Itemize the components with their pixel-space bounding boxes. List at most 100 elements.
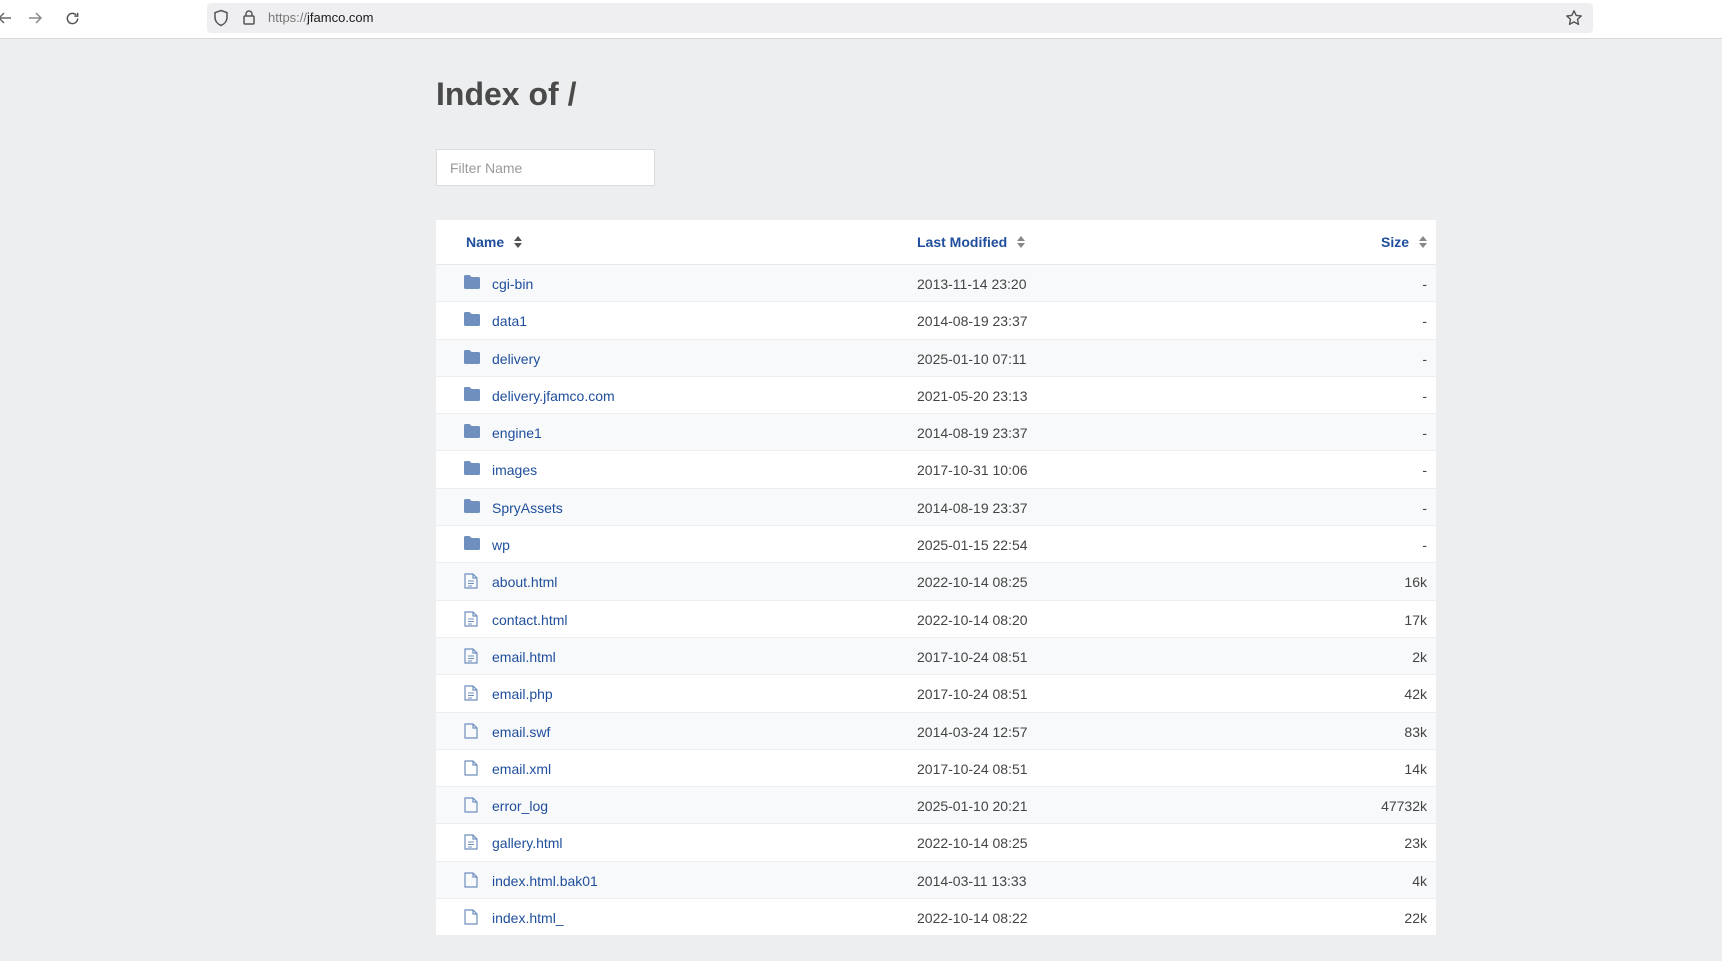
entry-size: 16k [1404, 574, 1427, 591]
table-row: cgi-bin 2013-11-14 23:20 - [436, 265, 1436, 303]
entry-size: 4k [1412, 872, 1427, 889]
table-row: delivery.jfamco.com 2021-05-20 23:13 - [436, 377, 1436, 415]
folder-icon [464, 349, 480, 366]
text-file-icon [464, 611, 480, 627]
entry-size: - [1422, 276, 1427, 292]
file-listing-table: Name Last Modified Size cgi-bin 2013-11-1… [436, 220, 1436, 937]
page-title: Index of / [436, 76, 577, 112]
entry-size: - [1422, 350, 1427, 367]
entry-size: - [1422, 499, 1427, 516]
entry-name-link[interactable]: gallery.html [492, 835, 563, 851]
file-icon [464, 797, 480, 813]
text-file-icon [464, 834, 480, 851]
table-row: email.swf 2014-03-24 12:57 83k [436, 712, 1436, 750]
entry-name-link[interactable]: images [492, 462, 537, 478]
file-icon [464, 722, 480, 739]
entry-size: - [1422, 387, 1427, 404]
url-text[interactable]: https://jfamco.com [268, 10, 374, 25]
table-row: gallery.html 2022-10-14 08:25 23k [436, 824, 1436, 862]
file-icon [464, 909, 480, 925]
table-row: email.php 2017-10-24 08:51 42k [436, 675, 1436, 713]
sort-icon [514, 236, 523, 248]
entry-size: 14k [1404, 760, 1427, 777]
entry-name-link[interactable]: email.xml [492, 761, 551, 777]
url-host: jfamco.com [307, 10, 374, 25]
entry-name-link[interactable]: about.html [492, 574, 557, 590]
entry-name-link[interactable]: index.html_ [492, 910, 564, 926]
table-row: error_log 2025-01-10 20:21 47732k [436, 787, 1436, 825]
text-file-icon [464, 685, 480, 701]
table-row: index.html_ 2022-10-14 08:22 22k [436, 899, 1436, 937]
entry-modified-date: 2025-01-10 07:11 [917, 350, 1027, 367]
entry-name-link[interactable]: contact.html [492, 612, 567, 628]
entry-size: - [1422, 537, 1427, 554]
entry-modified-date: 2021-05-20 23:13 [917, 387, 1028, 404]
forward-arrow-icon[interactable] [24, 7, 46, 29]
entry-size: - [1422, 462, 1427, 479]
table-header: Name Last Modified Size [436, 220, 1436, 265]
entry-name-link[interactable]: delivery [492, 351, 540, 367]
sort-by-name-header[interactable]: Name [466, 234, 523, 250]
folder-icon [464, 461, 480, 477]
entry-modified-date: 2014-08-19 23:37 [917, 313, 1028, 330]
text-file-icon [464, 648, 480, 664]
entry-name-link[interactable]: email.html [492, 649, 556, 665]
entry-size: 2k [1412, 648, 1427, 665]
entry-name-link[interactable]: engine1 [492, 425, 542, 441]
entry-modified-date: 2025-01-15 22:54 [917, 537, 1028, 554]
table-row: contact.html 2022-10-14 08:20 17k [436, 601, 1436, 638]
table-row: index.html.bak01 2014-03-11 13:33 4k [436, 861, 1436, 900]
table-row: SpryAssets 2014-08-19 23:37 - [436, 488, 1436, 527]
reload-icon[interactable] [61, 7, 83, 29]
folder-icon [464, 312, 480, 328]
entry-modified-date: 2014-08-19 23:37 [917, 499, 1028, 516]
folder-icon [464, 386, 480, 403]
sort-icon [1419, 236, 1427, 248]
url-scheme: https:// [268, 10, 308, 25]
entry-size: 47732k [1381, 798, 1427, 815]
entry-name-link[interactable]: email.php [492, 686, 553, 702]
entry-size: 22k [1404, 910, 1427, 927]
table-row: engine1 2014-08-19 23:37 - [436, 414, 1436, 452]
entry-name-link[interactable]: error_log [492, 798, 548, 814]
entry-size: 23k [1404, 835, 1427, 852]
lock-icon[interactable] [242, 9, 256, 30]
entry-name-link[interactable]: delivery.jfamco.com [492, 388, 615, 404]
filter-name-input[interactable] [436, 149, 655, 186]
table-row: images 2017-10-31 10:06 - [436, 451, 1436, 489]
shield-icon[interactable] [213, 9, 229, 32]
entry-size: 17k [1404, 611, 1427, 628]
back-arrow-icon[interactable] [0, 7, 16, 29]
entry-modified-date: 2022-10-14 08:22 [917, 910, 1028, 927]
entry-name-link[interactable]: index.html.bak01 [492, 873, 598, 889]
sort-by-size-header[interactable]: Size [1381, 234, 1427, 250]
url-bar[interactable]: https://jfamco.com [207, 3, 1593, 33]
entry-name-link[interactable]: SpryAssets [492, 500, 563, 516]
entry-name-link[interactable]: email.swf [492, 724, 550, 740]
entry-name-link[interactable]: data1 [492, 313, 527, 329]
folder-icon [464, 536, 480, 552]
entry-size: - [1422, 313, 1427, 330]
entry-size: 42k [1404, 686, 1427, 703]
entry-modified-date: 2022-10-14 08:25 [917, 574, 1028, 591]
entry-name-link[interactable]: cgi-bin [492, 276, 533, 292]
table-row: wp 2025-01-15 22:54 - [436, 526, 1436, 564]
entry-modified-date: 2014-03-24 12:57 [917, 723, 1028, 740]
entry-name-link[interactable]: wp [492, 537, 510, 553]
entry-modified-date: 2017-10-31 10:06 [917, 462, 1028, 479]
table-row: about.html 2022-10-14 08:25 16k [436, 563, 1436, 601]
folder-icon [464, 424, 480, 440]
table-row: email.xml 2017-10-24 08:51 14k [436, 750, 1436, 788]
modified-header-label: Last Modified [917, 234, 1008, 250]
text-file-icon [464, 573, 480, 589]
star-icon[interactable] [1565, 9, 1583, 32]
entry-modified-date: 2017-10-24 08:51 [917, 760, 1028, 777]
sort-icon [1017, 236, 1026, 248]
size-header-label: Size [1380, 234, 1409, 250]
entry-size: 83k [1404, 723, 1427, 740]
table-body: cgi-bin 2013-11-14 23:20 - data1 2014-08-19 … [436, 265, 1436, 937]
folder-icon [464, 275, 480, 291]
file-icon [464, 872, 480, 888]
sort-by-modified-header[interactable]: Last Modified [917, 234, 1026, 250]
entry-modified-date: 2013-11-14 23:20 [917, 276, 1027, 292]
